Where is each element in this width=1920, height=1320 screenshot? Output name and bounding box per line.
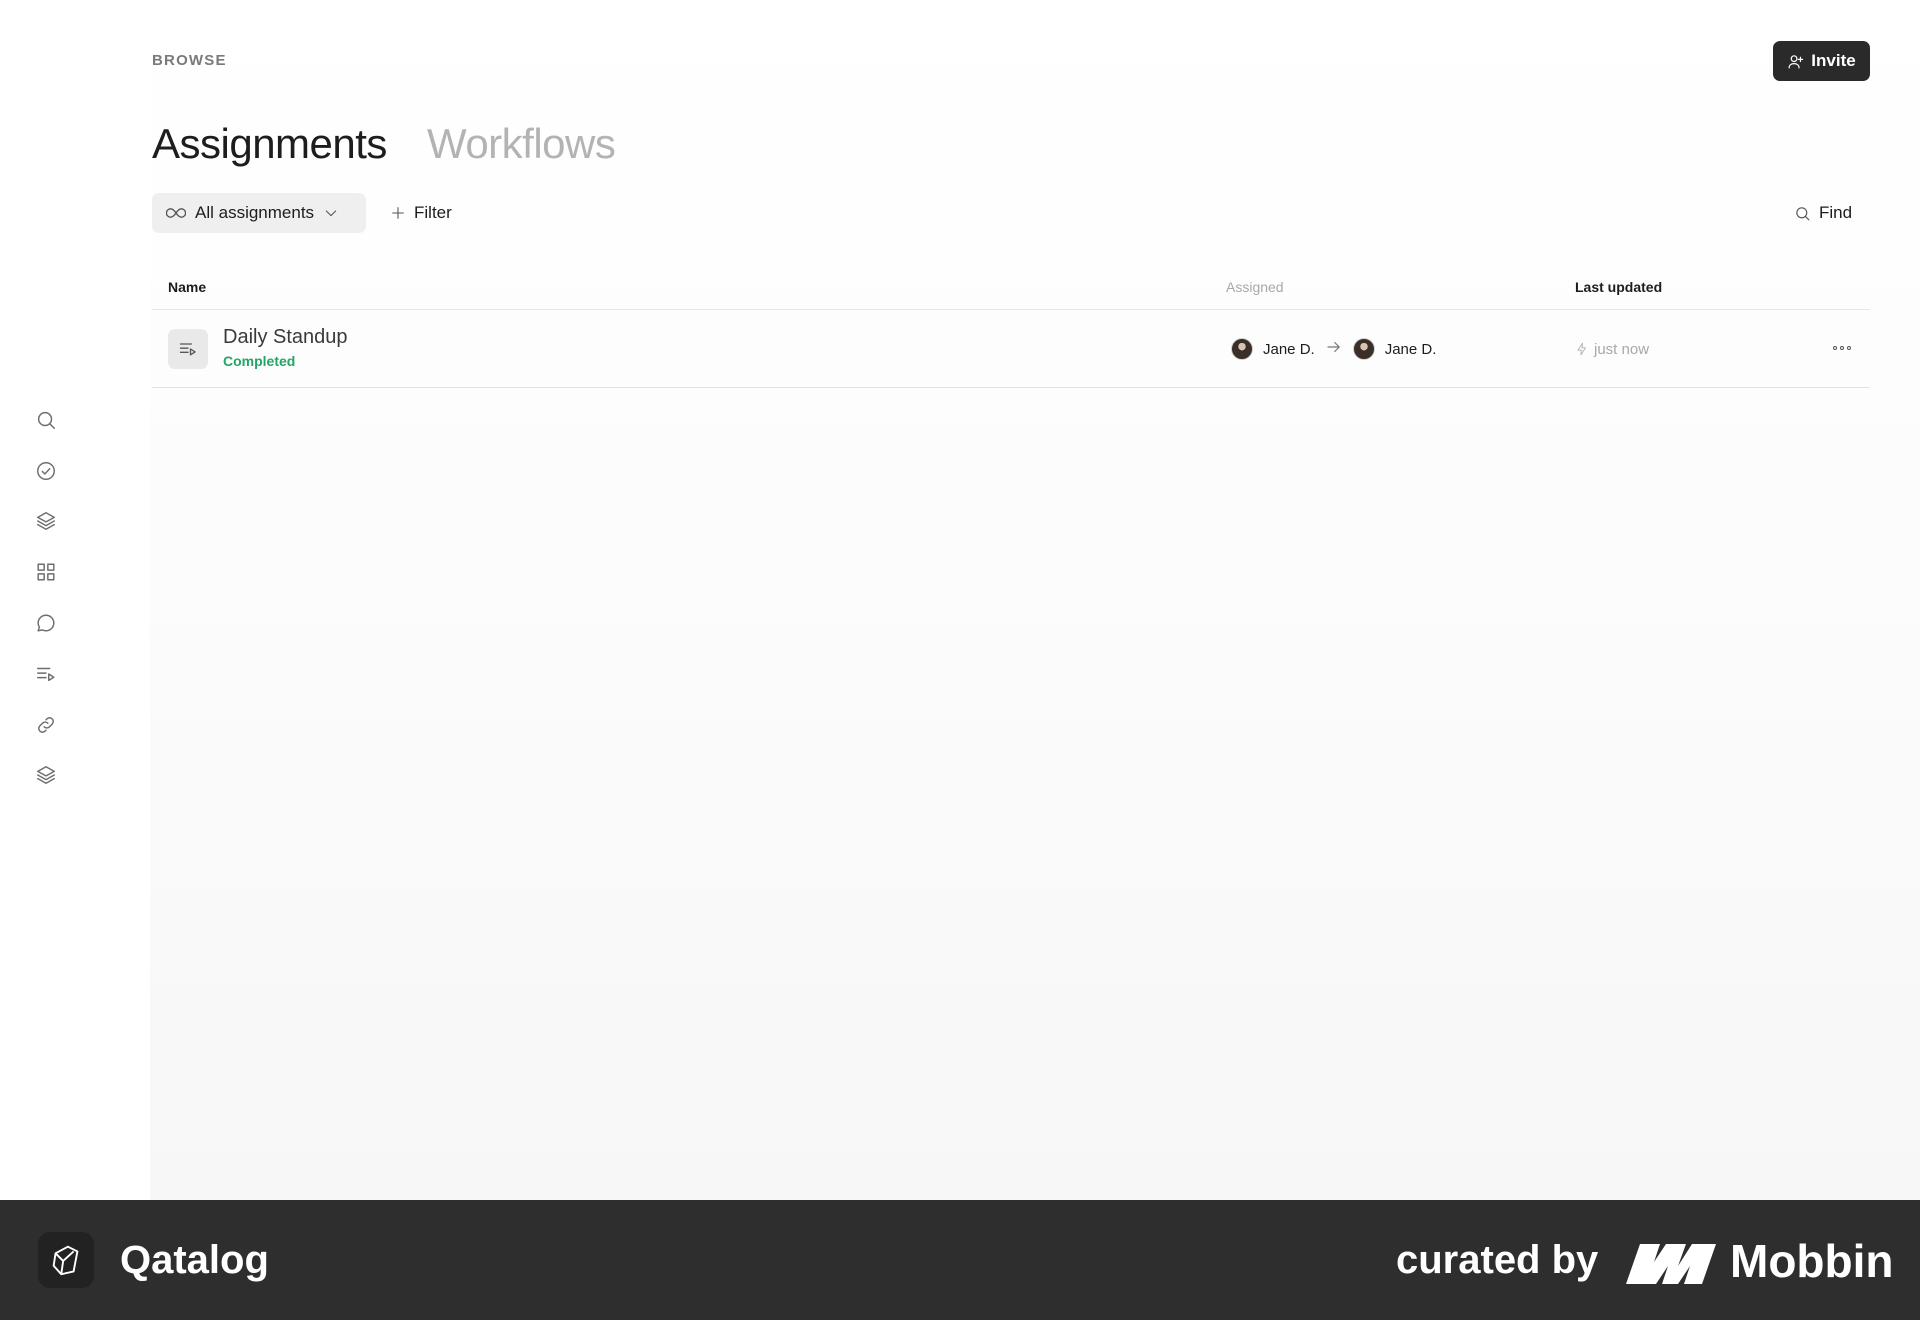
playlist-icon xyxy=(168,329,208,369)
avatar xyxy=(1231,338,1253,360)
lightning-icon xyxy=(1577,342,1586,356)
assignments-table: Name Assigned Last updated Daily Standup… xyxy=(152,264,1870,388)
table-header: Name Assigned Last updated xyxy=(152,264,1870,310)
avatar xyxy=(1352,338,1375,360)
view-select[interactable]: All assignments xyxy=(152,193,366,233)
chevron-down-icon xyxy=(325,210,337,217)
column-header-last-updated[interactable]: Last updated xyxy=(1575,264,1662,310)
view-select-label: All assignments xyxy=(195,203,315,222)
layers-icon[interactable] xyxy=(32,761,60,789)
assignment-title[interactable]: Daily Standup xyxy=(223,326,348,349)
find-button[interactable]: Find xyxy=(1794,193,1852,233)
filter-button-label: Filter xyxy=(414,203,452,222)
column-header-name[interactable]: Name xyxy=(168,264,206,310)
page-tabs: Assignments Workflows xyxy=(152,120,616,168)
tab-assignments[interactable]: Assignments xyxy=(152,120,387,168)
mobbin-logo-icon xyxy=(1626,1244,1716,1284)
invite-button-label: Invite xyxy=(1811,51,1856,70)
invite-button[interactable]: Invite xyxy=(1773,41,1870,81)
filter-button[interactable]: Filter xyxy=(390,193,452,233)
sidebar xyxy=(0,0,150,1200)
tab-workflows[interactable]: Workflows xyxy=(427,120,616,168)
mobbin-name: Mobbin xyxy=(1730,1235,1894,1287)
assignee-name: Jane D. xyxy=(1384,340,1437,358)
app-name: Qatalog xyxy=(120,1238,269,1282)
breadcrumb: BROWSE xyxy=(152,52,227,69)
layers-icon[interactable] xyxy=(32,507,60,535)
find-button-label: Find xyxy=(1819,203,1853,222)
status-badge: Completed xyxy=(223,353,296,369)
last-updated-cell: just now xyxy=(1575,310,1649,388)
column-header-assigned[interactable]: Assigned xyxy=(1226,264,1284,310)
footer-banner: Qatalog curated by Mobbin xyxy=(0,1200,1920,1320)
assigner-name: Jane D. xyxy=(1263,340,1315,358)
add-user-icon xyxy=(1788,54,1804,68)
check-circle-icon[interactable] xyxy=(32,457,60,485)
curated-by-text: curated by xyxy=(1396,1238,1599,1282)
arrow-right-icon xyxy=(1325,338,1343,360)
assigned-cell: Jane D. Jane D. xyxy=(1231,310,1436,388)
app-window: BROWSE Invite Assignments Workflows All … xyxy=(0,0,1920,1200)
qatalog-logo-icon xyxy=(38,1232,94,1288)
infinity-icon xyxy=(166,208,186,218)
search-icon[interactable] xyxy=(32,406,60,434)
last-updated-value: just now xyxy=(1594,340,1650,358)
more-options-icon[interactable] xyxy=(1828,338,1856,358)
plus-icon xyxy=(392,207,404,219)
table-row[interactable]: Daily Standup Completed Jane D. Jane D. … xyxy=(152,310,1870,388)
link-icon[interactable] xyxy=(32,711,60,739)
chat-icon[interactable] xyxy=(32,609,60,637)
search-icon xyxy=(1796,206,1810,220)
playlist-icon[interactable] xyxy=(32,660,60,688)
grid-icon[interactable] xyxy=(32,558,60,586)
